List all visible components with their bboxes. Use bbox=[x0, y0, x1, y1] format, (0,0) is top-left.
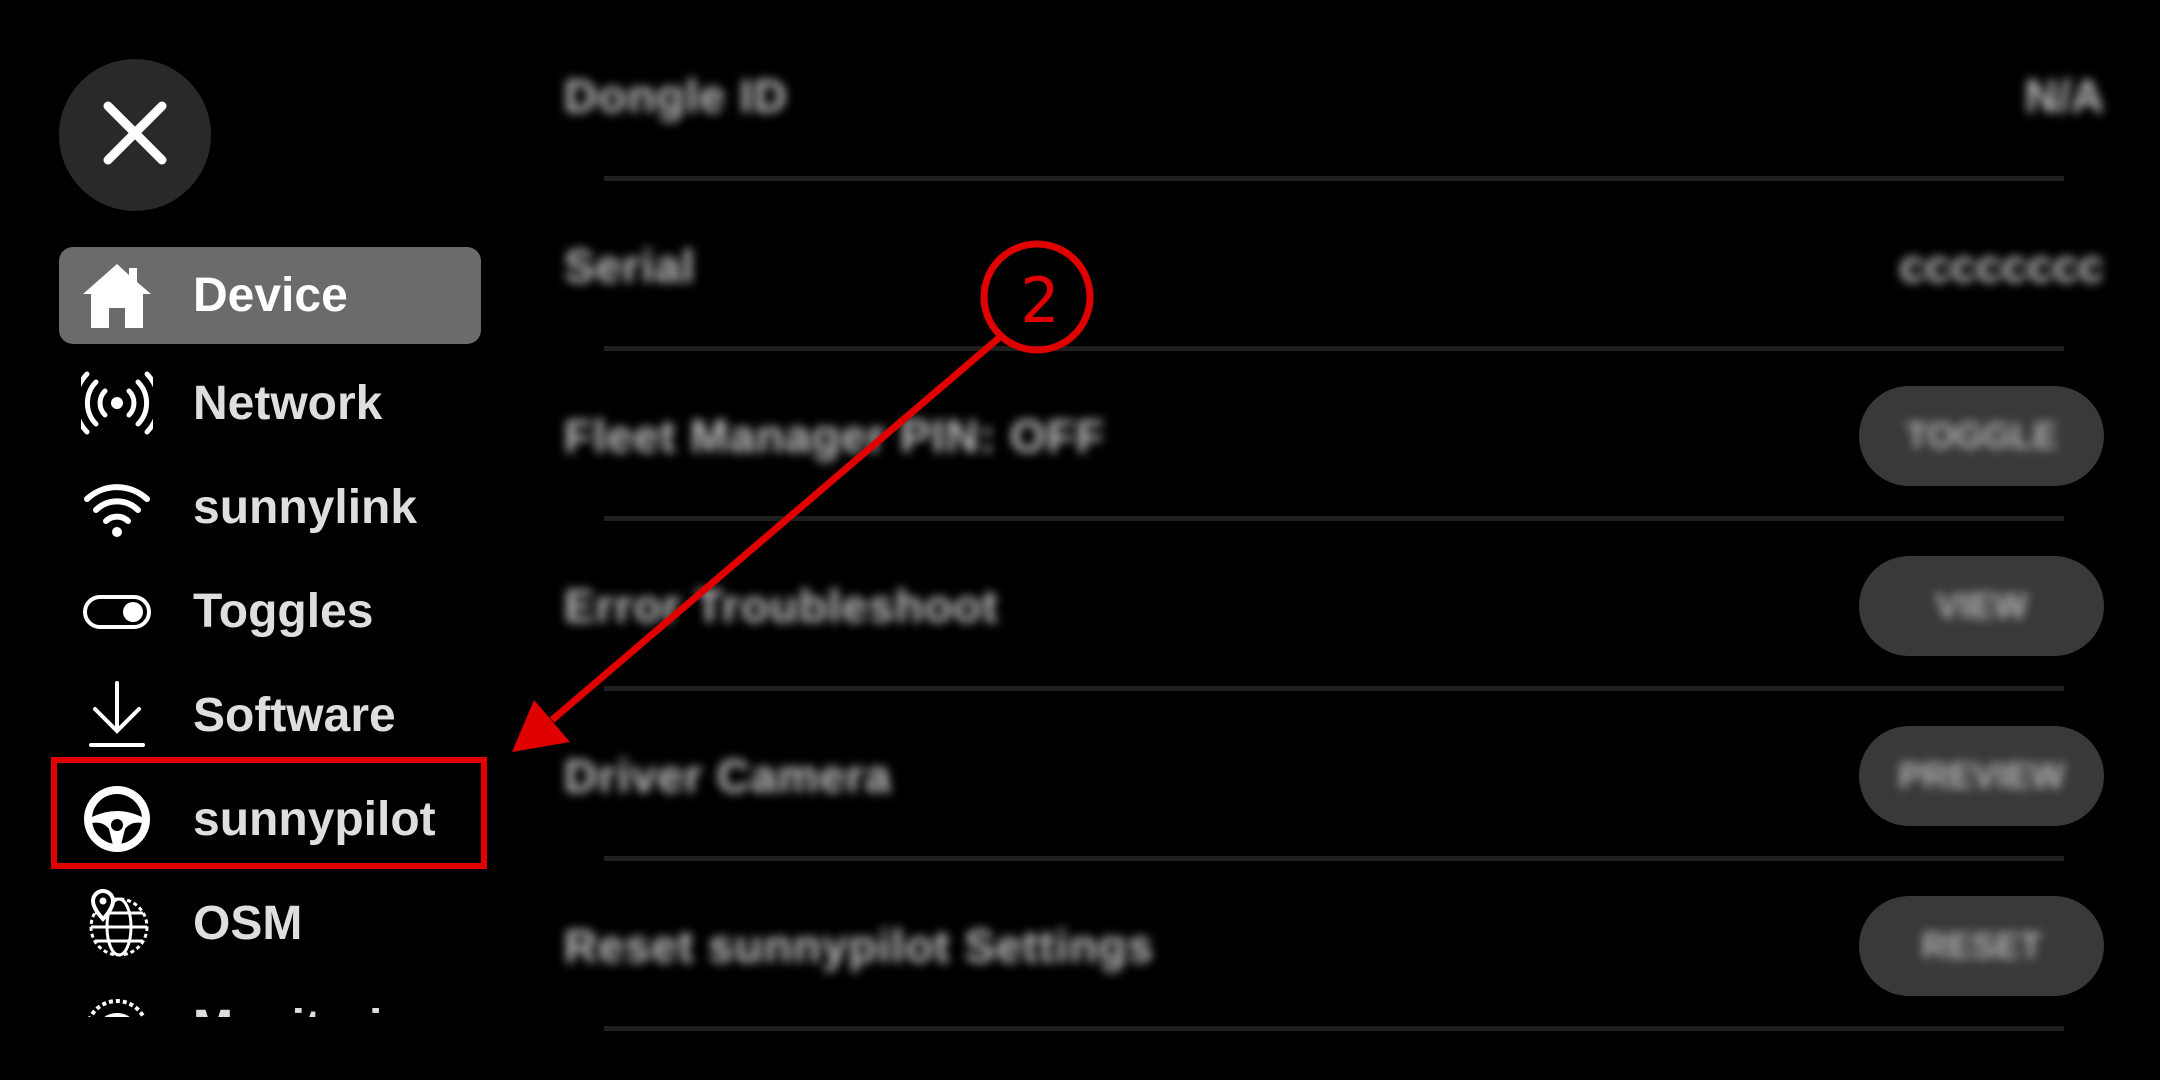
annotation-arrow bbox=[512, 240, 1094, 752]
annotation-step-number: 2 bbox=[1020, 263, 1060, 337]
